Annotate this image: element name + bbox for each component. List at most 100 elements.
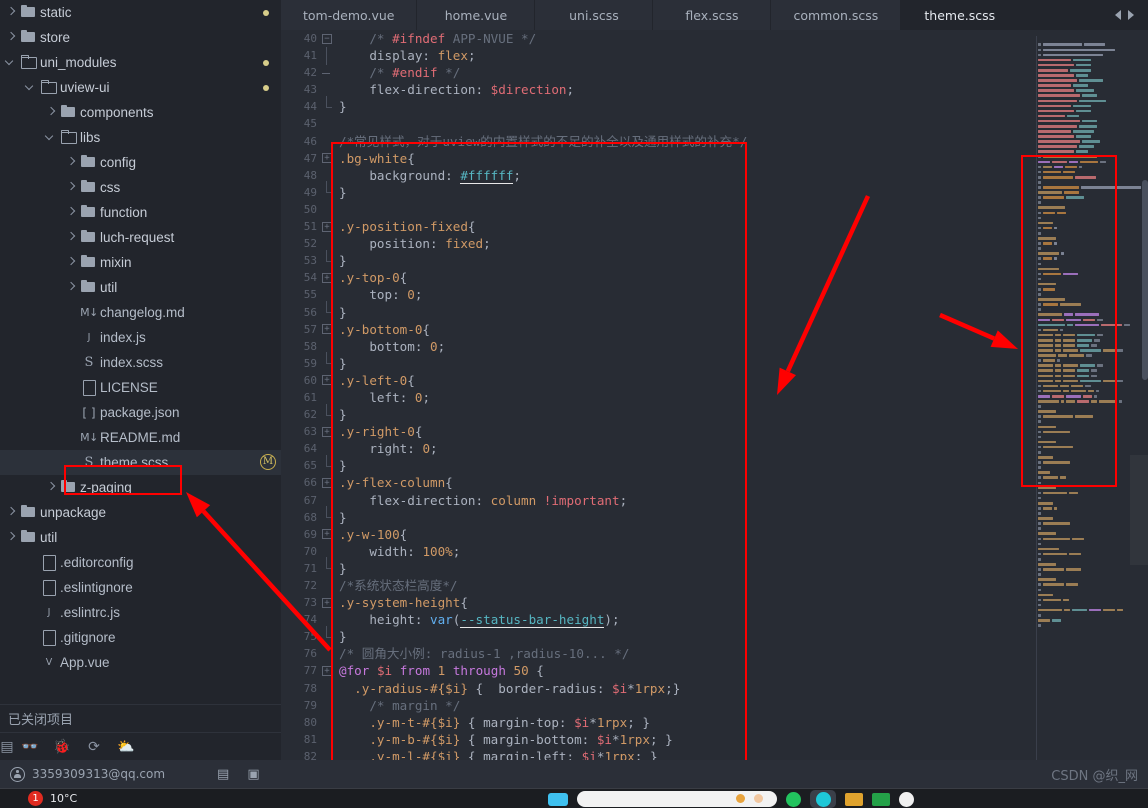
tree-item-index-js[interactable]: Jindex.js — [0, 325, 281, 350]
tree-item-util[interactable]: util — [0, 275, 281, 300]
chevron-right-icon[interactable] — [64, 150, 78, 175]
tree-item-function[interactable]: function — [0, 200, 281, 225]
code-fold-marker[interactable]: + — [322, 324, 332, 335]
tree-item-app-vue[interactable]: V App.vue — [0, 650, 281, 675]
tree-item-libs[interactable]: libs — [0, 125, 281, 150]
tree-item-package-json[interactable]: [ ] package.json — [0, 400, 281, 425]
tab-theme-scss[interactable]: theme.scss — [901, 0, 1020, 30]
tree-item-license[interactable]: LICENSE — [0, 375, 281, 400]
code-fold-marker[interactable] — [322, 46, 332, 65]
tree-item-uview-ui[interactable]: uview-ui — [0, 75, 281, 100]
project-file-tree[interactable]: static store uni_modules uview-ui components… — [0, 0, 281, 704]
tree-item-z-paging[interactable]: z-paging — [0, 475, 281, 500]
chevron-right-icon[interactable] — [64, 225, 78, 250]
code-fold-marker[interactable] — [322, 352, 332, 368]
tree-item--editorconfig[interactable]: .editorconfig — [0, 550, 281, 575]
app-browser-icon[interactable] — [810, 790, 836, 808]
code-fold-marker[interactable]: + — [322, 221, 332, 232]
editor-tab-bar[interactable]: tom-demo.vue home.vue uni.scss flex.scss com… — [281, 0, 1148, 30]
windows-start-icon[interactable] — [548, 792, 568, 806]
chevron-right-icon[interactable] — [44, 100, 58, 125]
code-fold-marker[interactable] — [322, 249, 332, 266]
code-fold-marker[interactable]: + — [322, 153, 332, 164]
code-fold-marker[interactable] — [322, 506, 332, 522]
terminal-icon[interactable]: ▣ — [247, 767, 259, 782]
tree-item-uni-modules[interactable]: uni_modules — [0, 50, 281, 75]
chevron-left-icon[interactable] — [1114, 10, 1121, 20]
chevron-right-icon[interactable] — [64, 175, 78, 200]
account-indicator[interactable]: 3359309313@qq.com — [10, 766, 165, 782]
binoculars-icon[interactable]: 👓 — [14, 733, 46, 761]
tab-flex-scss[interactable]: flex.scss — [653, 0, 772, 30]
code-fold-marker[interactable] — [322, 557, 332, 573]
cloud-icon[interactable]: ⛅ — [110, 733, 142, 761]
code-fold-marker[interactable] — [322, 95, 332, 112]
tree-item-index-scss[interactable]: Sindex.scss — [0, 350, 281, 375]
chevron-down-icon[interactable] — [4, 50, 18, 75]
scrollbar-thumb[interactable] — [1142, 180, 1148, 380]
chevron-right-icon[interactable] — [64, 200, 78, 225]
tree-item--gitignore[interactable]: .gitignore — [0, 625, 281, 650]
app-white-icon[interactable] — [899, 791, 914, 807]
share-icon[interactable]: ⟳ — [78, 733, 110, 761]
code-fold-marker[interactable] — [322, 181, 332, 197]
tab-tom-demo-vue[interactable]: tom-demo.vue — [281, 0, 418, 30]
panel-toggle-icon[interactable]: ▤ — [0, 733, 14, 761]
code-fold-marker[interactable]: + — [322, 477, 332, 488]
chevron-down-icon[interactable] — [24, 75, 38, 100]
app-folder-icon[interactable] — [845, 792, 863, 806]
chevron-right-icon[interactable] — [44, 475, 58, 500]
code-fold-marker[interactable] — [322, 403, 332, 420]
tree-item--eslintrc-js[interactable]: J .eslintrc.js — [0, 600, 281, 625]
tree-item--eslintignore[interactable]: .eslintignore — [0, 575, 281, 600]
code-fold-marker[interactable] — [322, 68, 332, 78]
chevron-right-icon[interactable] — [4, 25, 18, 50]
tree-item-config[interactable]: config — [0, 150, 281, 175]
tree-item-luch-request[interactable]: luch-request — [0, 225, 281, 250]
code-fold-marker[interactable]: + — [322, 426, 332, 437]
editor-vertical-scrollbar[interactable] — [1142, 30, 1148, 770]
chevron-right-icon[interactable] — [64, 250, 78, 275]
status-bar-icons[interactable]: ▤ ▣ — [217, 767, 260, 782]
chevron-right-icon[interactable] — [4, 525, 18, 550]
tree-item-readme-md[interactable]: M↓ README.md — [0, 425, 281, 450]
editor-minimap[interactable] — [1010, 30, 1148, 770]
chevron-right-icon[interactable] — [64, 275, 78, 300]
os-taskbar[interactable]: 1 10°C — [0, 788, 1148, 808]
chevron-right-icon[interactable] — [4, 500, 18, 525]
code-fold-marker[interactable]: + — [322, 272, 332, 283]
app-green-icon[interactable] — [786, 791, 801, 807]
chevron-down-icon[interactable] — [44, 125, 58, 150]
tree-item-css[interactable]: css — [0, 175, 281, 200]
code-fold-marker[interactable]: + — [322, 597, 332, 608]
tab-uni-scss[interactable]: uni.scss — [535, 0, 654, 30]
code-fold-marker[interactable] — [322, 301, 332, 317]
tab-home-vue[interactable]: home.vue — [417, 0, 536, 30]
code-fold-marker[interactable]: + — [322, 375, 332, 386]
code-fold-marker[interactable] — [322, 454, 332, 471]
tab-common-scss[interactable]: common.scss — [771, 0, 902, 30]
taskbar-app-icons[interactable] — [548, 789, 914, 808]
chevron-right-icon[interactable] — [1127, 10, 1134, 20]
list-view-icon[interactable]: ▤ — [217, 767, 229, 782]
taskbar-weather-widget[interactable]: 1 10°C — [28, 791, 77, 806]
code-fold-marker[interactable] — [322, 625, 332, 642]
tree-item-static[interactable]: static — [0, 0, 281, 25]
tab-scroll-controls[interactable] — [1100, 0, 1148, 30]
code-fold-marker[interactable]: − — [322, 33, 332, 44]
status-bar[interactable]: 3359309313@qq.com ▤ ▣ CSDN @织_网 — [0, 760, 1148, 788]
sidebar-tool-strip[interactable]: ▤ 👓 🐞 ⟳ ⛅ — [0, 732, 281, 760]
tree-item-theme-scss[interactable]: Stheme.scss M — [0, 450, 281, 475]
code-fold-marker[interactable]: + — [322, 665, 332, 676]
tree-item-store[interactable]: store — [0, 25, 281, 50]
code-fold-marker[interactable]: + — [322, 529, 332, 540]
chevron-right-icon[interactable] — [4, 0, 18, 25]
tree-item-components[interactable]: components — [0, 100, 281, 125]
app-green2-icon[interactable] — [872, 792, 890, 806]
tree-item-unpackage[interactable]: unpackage — [0, 500, 281, 525]
tree-item-mixin[interactable]: mixin — [0, 250, 281, 275]
closed-projects-panel[interactable]: 已关闭项目 — [0, 704, 281, 732]
tree-item-changelog-md[interactable]: M↓ changelog.md — [0, 300, 281, 325]
tree-item-util[interactable]: util — [0, 525, 281, 550]
bug-icon[interactable]: 🐞 — [46, 733, 78, 761]
